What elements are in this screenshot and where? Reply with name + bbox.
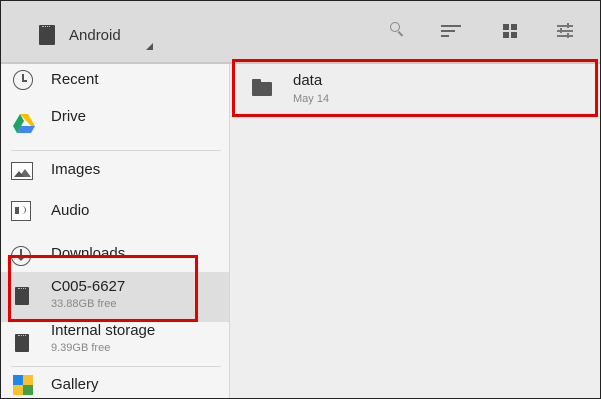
highlight-box-sd-card bbox=[8, 255, 198, 322]
grid-view-icon[interactable] bbox=[501, 19, 525, 43]
dropdown-triangle-icon bbox=[146, 43, 153, 50]
root-title: Android bbox=[69, 27, 121, 44]
gallery-icon bbox=[13, 375, 33, 395]
sidebar-item-label: Images bbox=[51, 161, 101, 178]
clock-icon bbox=[13, 70, 33, 90]
root-selector[interactable]: Android bbox=[31, 13, 159, 55]
roots-sidebar: Recent Drive Images Audio Downloads C005 bbox=[1, 64, 230, 398]
divider bbox=[11, 366, 221, 367]
sidebar-item-internal-storage[interactable]: Internal storage 9.39GB free bbox=[1, 322, 229, 364]
sort-icon[interactable] bbox=[441, 19, 465, 43]
sidebar-item-recent[interactable]: Recent bbox=[1, 64, 229, 98]
sidebar-item-images[interactable]: Images bbox=[1, 152, 229, 190]
sd-card-icon bbox=[15, 334, 29, 352]
sidebar-item-label: Recent bbox=[51, 71, 99, 88]
divider bbox=[11, 150, 221, 151]
sidebar-item-label: Internal storage bbox=[51, 322, 156, 339]
sd-card-icon bbox=[39, 25, 55, 45]
images-icon bbox=[11, 162, 33, 180]
sidebar-item-label: Drive bbox=[51, 108, 87, 125]
sidebar-item-gallery[interactable]: Gallery bbox=[1, 368, 229, 398]
sidebar-item-audio[interactable]: Audio bbox=[1, 192, 229, 230]
highlight-box-data-folder bbox=[232, 59, 598, 117]
app-window: Android Recent Drive Images Audio Downlo… bbox=[0, 0, 601, 399]
action-bar: Android bbox=[1, 1, 600, 64]
sidebar-item-label: Gallery bbox=[51, 376, 99, 393]
sidebar-item-drive[interactable]: Drive bbox=[1, 100, 229, 142]
drive-icon bbox=[13, 114, 35, 133]
audio-icon bbox=[11, 201, 31, 221]
search-icon[interactable] bbox=[387, 19, 411, 43]
free-space-label: 9.39GB free bbox=[51, 342, 111, 354]
sidebar-item-label: Audio bbox=[51, 202, 90, 219]
settings-icon[interactable] bbox=[555, 19, 579, 43]
